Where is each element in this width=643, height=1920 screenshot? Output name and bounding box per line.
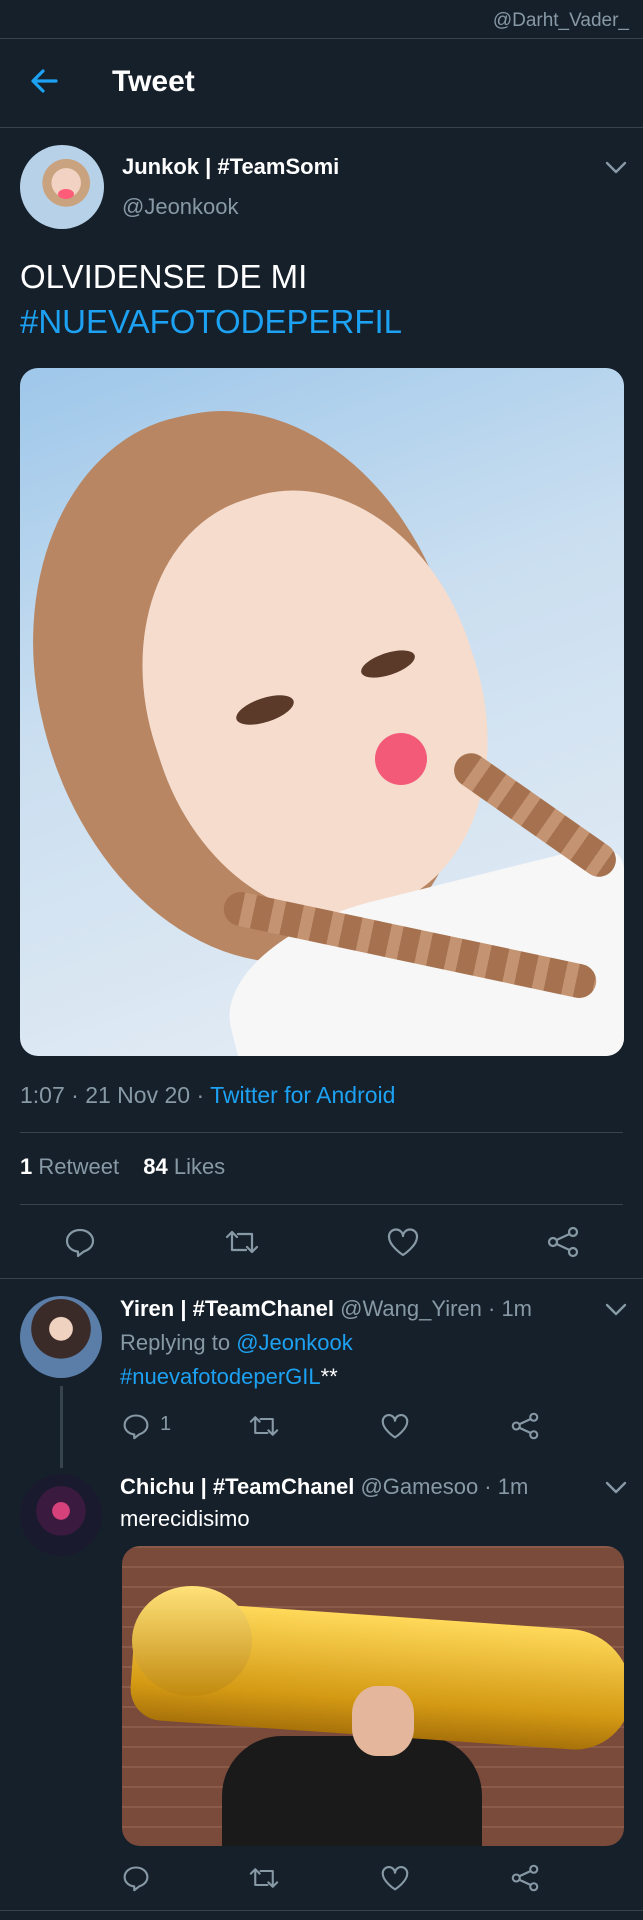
likes-stat[interactable]: 84 Likes <box>143 1154 225 1179</box>
author-handle[interactable]: @Jeonkook <box>122 194 239 220</box>
top-bar: Tweet <box>0 38 643 128</box>
reply-header: Yiren | #TeamChanel @Wang_Yiren · 1m <box>120 1296 532 1322</box>
reply-photo[interactable] <box>122 1546 624 1846</box>
replying-prefix: Replying to <box>120 1330 237 1355</box>
reply-author-name[interactable]: Chichu | #TeamChanel <box>120 1474 354 1499</box>
divider <box>20 1204 623 1205</box>
photo-person <box>222 1736 482 1846</box>
tweet-text-line: OLVIDENSE DE MI <box>20 258 308 295</box>
retweet-button[interactable] <box>248 1412 280 1440</box>
share-icon <box>511 1412 539 1440</box>
tweet-stats: 1 Retweet 84 Likes <box>20 1154 225 1180</box>
page-title: Tweet <box>112 65 195 98</box>
watermark: @Darht_Vader_ <box>492 10 629 31</box>
replying-to-line: Replying to @Jeonkook <box>120 1330 353 1356</box>
reply-avatar[interactable] <box>20 1296 102 1378</box>
tweet-menu-button[interactable] <box>605 161 627 175</box>
divider <box>0 1910 643 1911</box>
retweet-icon <box>249 1868 279 1888</box>
retweet-icon <box>249 1416 279 1436</box>
chevron-down-icon <box>605 1481 627 1494</box>
thread-line <box>60 1386 63 1468</box>
like-button[interactable] <box>380 1412 410 1440</box>
like-count: 84 <box>143 1154 168 1179</box>
photo-statue-head <box>132 1586 252 1696</box>
like-button[interactable] <box>380 1864 410 1892</box>
reply-author-name[interactable]: Yiren | #TeamChanel <box>120 1296 334 1321</box>
tweet-meta: 1:07 · 21 Nov 20 · Twitter for Android <box>20 1082 395 1109</box>
like-button[interactable] <box>386 1226 420 1258</box>
reply-hashtag[interactable]: #nuevafotodeperGIL <box>120 1364 321 1389</box>
like-label: Likes <box>173 1154 226 1179</box>
author-avatar[interactable] <box>20 145 104 229</box>
back-button[interactable] <box>26 63 62 99</box>
share-icon <box>511 1864 539 1892</box>
reply-avatar[interactable] <box>20 1474 102 1556</box>
reply-text: merecidisimo <box>120 1506 250 1531</box>
divider <box>20 1132 623 1133</box>
share-button[interactable] <box>510 1864 540 1892</box>
reply-handle-time: @Gamesoo · 1m <box>354 1474 529 1499</box>
like-icon <box>387 1228 419 1257</box>
reply-button[interactable] <box>122 1864 150 1892</box>
share-button[interactable] <box>546 1226 580 1258</box>
reply-button[interactable] <box>64 1226 96 1258</box>
like-icon <box>381 1414 409 1439</box>
reply-handle-time: @Wang_Yiren · 1m <box>334 1296 533 1321</box>
reply-suffix: ** <box>320 1364 338 1389</box>
like-icon <box>381 1866 409 1891</box>
reply-icon <box>123 1866 149 1892</box>
chevron-down-icon <box>605 1303 627 1316</box>
share-button[interactable] <box>510 1412 540 1440</box>
share-icon <box>547 1226 579 1258</box>
tweet-source[interactable]: Twitter for Android <box>210 1082 395 1108</box>
retweet-count: 1 <box>20 1154 33 1179</box>
back-arrow-icon <box>31 69 58 93</box>
tweet-photo[interactable] <box>20 368 624 1056</box>
divider <box>0 1278 643 1279</box>
tweet-text: OLVIDENSE DE MI #NUEVAFOTODEPERFIL <box>20 254 402 344</box>
reply-icon <box>123 1414 149 1440</box>
retweet-button[interactable] <box>248 1864 280 1892</box>
reply-button[interactable] <box>122 1412 150 1440</box>
author-name[interactable]: Junkok | #TeamSomi <box>122 154 339 180</box>
retweet-button[interactable] <box>224 1226 260 1258</box>
photo-lips <box>375 733 427 785</box>
retweet-icon <box>225 1230 259 1254</box>
chevron-down-icon <box>605 161 627 174</box>
reply-icon <box>65 1228 95 1258</box>
reply-mention[interactable]: @Jeonkook <box>236 1330 353 1355</box>
photo-hand <box>352 1686 414 1756</box>
reply-text: #nuevafotodeperGIL** <box>120 1364 338 1390</box>
tweet-timestamp: 1:07 · 21 Nov 20 · <box>20 1082 211 1108</box>
tweet-hashtag[interactable]: #NUEVAFOTODEPERFIL <box>20 299 402 344</box>
reply-menu-button[interactable] <box>605 1303 627 1317</box>
reply-count: 1 <box>160 1413 172 1435</box>
reply-header: Chichu | #TeamChanel @Gamesoo · 1m <box>120 1474 528 1500</box>
retweet-label: Retweet <box>38 1154 120 1179</box>
reply-menu-button[interactable] <box>605 1481 627 1495</box>
retweets-stat[interactable]: 1 Retweet <box>20 1154 119 1179</box>
